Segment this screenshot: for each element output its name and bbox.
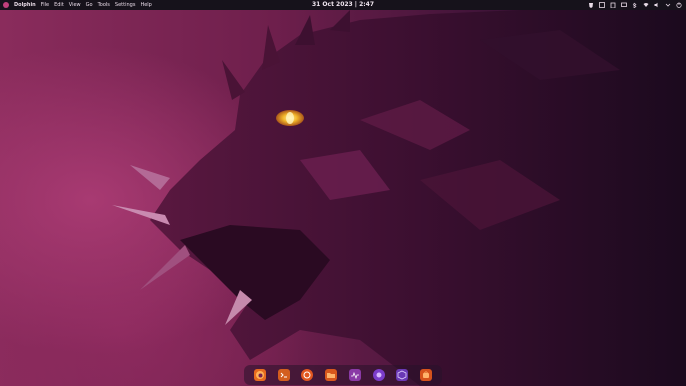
power-icon[interactable]	[676, 2, 682, 8]
terminal-icon[interactable]	[277, 369, 290, 381]
menu-help[interactable]: Help	[140, 0, 151, 10]
menu-settings[interactable]: Settings	[115, 0, 136, 10]
top-panel: Dolphin File Edit View Go Tools Settings…	[0, 0, 686, 10]
app-launcher-icon[interactable]	[3, 2, 9, 8]
menu-go[interactable]: Go	[86, 0, 93, 10]
active-app-name[interactable]: Dolphin	[14, 0, 36, 10]
bluetooth-icon[interactable]	[632, 2, 638, 8]
files-icon[interactable]	[325, 369, 338, 381]
dock	[244, 365, 442, 385]
system-monitor-icon[interactable]	[348, 369, 361, 381]
menu-edit[interactable]: Edit	[54, 0, 64, 10]
system-tray	[588, 0, 682, 10]
panel-clock[interactable]: 31 Oct 2023 | 2:47	[300, 0, 386, 10]
brave-lion-icon[interactable]	[588, 2, 594, 8]
menu-view[interactable]: View	[69, 0, 81, 10]
volume-icon[interactable]	[654, 2, 660, 8]
proton-icon[interactable]	[372, 369, 385, 381]
firefox-icon[interactable]	[253, 369, 266, 381]
wifi-icon[interactable]	[643, 2, 649, 8]
cube-icon[interactable]	[396, 369, 409, 381]
window-icon[interactable]	[599, 2, 605, 8]
ubuntu-icon[interactable]	[301, 369, 314, 381]
global-menu: Dolphin File Edit View Go Tools Settings…	[0, 0, 152, 10]
menu-file[interactable]: File	[41, 0, 49, 10]
menu-tools[interactable]: Tools	[98, 0, 110, 10]
clipboard-icon[interactable]	[610, 2, 616, 8]
network-icon[interactable]	[621, 2, 627, 8]
chevron-down-icon[interactable]	[665, 2, 671, 8]
dragon-wallpaper-art	[112, 10, 686, 386]
software-store-icon[interactable]	[420, 369, 433, 381]
